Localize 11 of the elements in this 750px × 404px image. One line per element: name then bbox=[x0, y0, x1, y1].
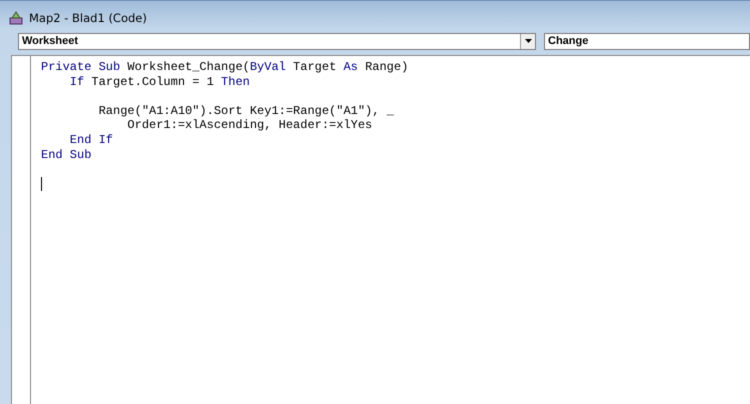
procedure-dropdown[interactable]: Change bbox=[544, 32, 750, 50]
code-line: Order1:=xlAscending, Header:=xlYes bbox=[126, 118, 372, 132]
window-title: Map2 - Blad1 (Code) bbox=[29, 10, 147, 24]
code-line: Private Sub Worksheet_Change(ByVal Target As Range) bbox=[41, 60, 408, 74]
app-icon bbox=[9, 10, 23, 24]
code-line: End Sub bbox=[41, 148, 92, 162]
code-line: End If bbox=[68, 132, 114, 147]
text-cursor bbox=[41, 176, 42, 191]
object-dropdown[interactable]: Worksheet bbox=[18, 32, 536, 50]
code-line: Range("A1:A10").Sort Key1:=Range("A1"), _ bbox=[98, 104, 394, 118]
code-line: If Target.Column = 1 Then bbox=[68, 74, 250, 89]
